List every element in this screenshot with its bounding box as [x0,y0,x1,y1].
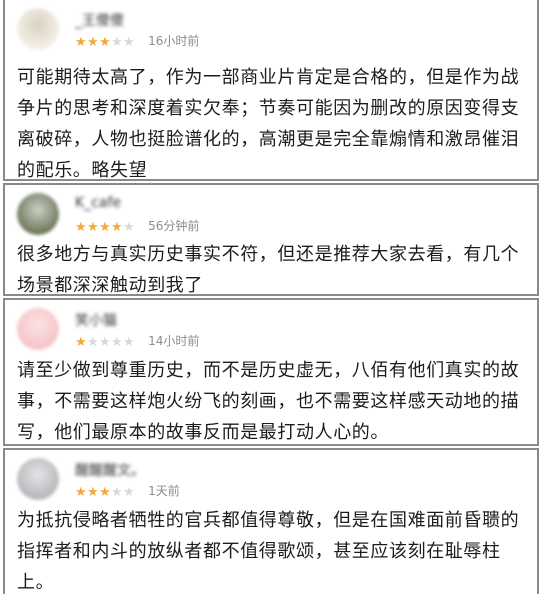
review-text: 可能期待太高了，作为一部商业片肯定是合格的，但是作为战争片的思考和深度着实欠奉；… [17,67,520,181]
review-meta: ★★★★★ 16小时前 [75,30,199,50]
review-card[interactable]: 醒醒醒文。 ★★★★★ 1天前 为抵抗侵略者牺牲的官兵都值得尊敬，但是在国难面前… [3,448,539,594]
star-empty-icon: ★ [123,35,135,50]
avatar[interactable] [17,193,59,235]
username[interactable]: K_cafe [75,195,121,211]
star-empty-icon: ★ [87,335,99,350]
avatar[interactable] [17,308,59,350]
star-rating: ★★★★★ [75,216,135,235]
star-rating: ★★★★★ [75,331,135,350]
star-empty-icon: ★ [123,485,135,500]
review-card[interactable]: 笑小猫 ★★★★★ 14小时前 请至少做到尊重历史，而不是历史虚无，八佰有他们真… [3,298,539,446]
review-meta: ★★★★★ 14小时前 [75,330,199,350]
review-text: 为抵抗侵略者牺牲的官兵都值得尊敬，但是在国难面前昏聩的指挥者和内斗的放纵者都不值… [17,510,520,593]
star-filled-icon: ★ [111,220,123,235]
star-empty-icon: ★ [111,335,123,350]
star-empty-icon: ★ [111,35,123,50]
username[interactable]: 醒醒醒文。 [75,460,145,480]
star-empty-icon: ★ [111,485,123,500]
review-meta: ★★★★★ 1天前 [75,480,180,500]
star-filled-icon: ★ [75,220,87,235]
star-filled-icon: ★ [87,220,99,235]
star-filled-icon: ★ [99,35,111,50]
star-empty-icon: ★ [123,335,135,350]
review-time: 1天前 [148,484,180,498]
review-text: 很多地方与真实历史事实不符，但还是推荐大家去看，有几个场景都深深触动到我了 [17,244,520,296]
review-time: 56分钟前 [148,219,200,233]
username[interactable]: _王傻傻 [75,10,124,30]
star-empty-icon: ★ [99,335,111,350]
review-time: 14小时前 [148,334,200,348]
star-filled-icon: ★ [75,485,87,500]
username[interactable]: 笑小猫 [75,310,117,330]
star-rating: ★★★★★ [75,31,135,50]
star-filled-icon: ★ [87,485,99,500]
avatar[interactable] [17,458,59,500]
review-card[interactable]: K_cafe ★★★★★ 56分钟前 很多地方与真实历史事实不符，但还是推荐大家… [3,183,539,296]
review-feed: _王傻傻 ★★★★★ 16小时前 可能期待太高了，作为一部商业片肯定是合格的，但… [0,0,544,594]
review-time: 16小时前 [148,34,200,48]
star-filled-icon: ★ [75,335,87,350]
star-filled-icon: ★ [75,35,87,50]
star-rating: ★★★★★ [75,481,135,500]
review-meta: ★★★★★ 56分钟前 [75,215,199,235]
star-filled-icon: ★ [87,35,99,50]
review-card[interactable]: _王傻傻 ★★★★★ 16小时前 可能期待太高了，作为一部商业片肯定是合格的，但… [3,0,539,181]
star-empty-icon: ★ [123,220,135,235]
avatar[interactable] [17,8,59,50]
review-text: 请至少做到尊重历史，而不是历史虚无，八佰有他们真实的故事，不需要这样炮火纷飞的刻… [17,360,520,443]
star-filled-icon: ★ [99,220,111,235]
star-filled-icon: ★ [99,485,111,500]
